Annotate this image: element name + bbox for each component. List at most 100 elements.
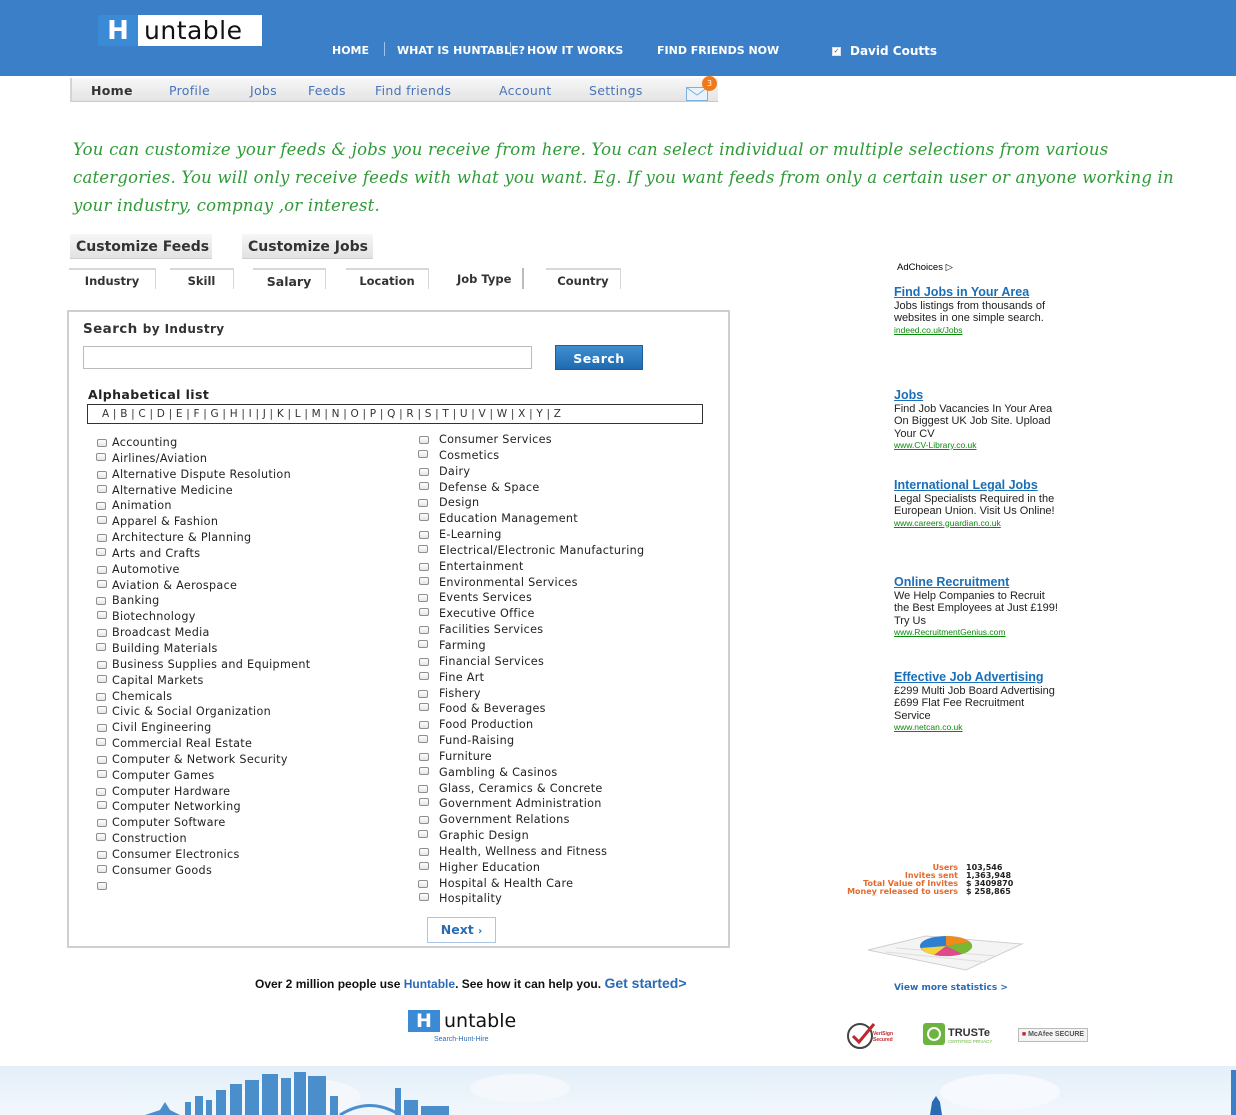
industry-checkbox[interactable] [97, 674, 107, 683]
ad-block[interactable]: Effective Job Advertising £299 Multi Job… [894, 670, 1059, 733]
industry-checkbox[interactable] [96, 452, 106, 461]
industry-item[interactable]: Glass, Ceramics & Concrete [417, 782, 717, 798]
industry-item[interactable]: Entertainment [417, 560, 717, 576]
industry-item[interactable]: E-Learning [417, 528, 717, 544]
industry-item[interactable]: Apparel & Fashion [95, 515, 395, 531]
user-menu[interactable]: ✓ David Coutts [832, 44, 937, 58]
ad-block[interactable]: Online Recruitment We Help Companies to … [894, 575, 1059, 638]
industry-item[interactable]: Aviation & Aerospace [95, 579, 395, 595]
industry-checkbox[interactable] [97, 706, 107, 715]
industry-item[interactable]: Capital Markets [95, 674, 395, 690]
industry-checkbox[interactable] [418, 784, 428, 793]
subnav-feeds[interactable]: Feeds [308, 83, 346, 98]
industry-item[interactable]: Building Materials [95, 642, 395, 658]
filter-tab-industry[interactable]: Industry [69, 268, 156, 289]
subnav-find-friends[interactable]: Find friends [375, 83, 451, 98]
industry-checkbox[interactable] [419, 657, 429, 666]
industry-item[interactable]: Government Administration [417, 797, 717, 813]
next-button[interactable]: Next › [427, 917, 496, 943]
industry-checkbox[interactable] [97, 516, 107, 525]
industry-checkbox[interactable] [96, 547, 106, 556]
industry-checkbox[interactable] [96, 833, 106, 842]
topnav-home[interactable]: HOME [332, 44, 369, 57]
industry-item[interactable]: Consumer Electronics [95, 848, 395, 864]
industry-item[interactable]: Computer Networking [95, 800, 395, 816]
industry-item[interactable]: Consumer Goods [95, 864, 395, 880]
ad-url[interactable]: www.careers.guardian.co.uk [894, 518, 1059, 529]
industry-checkbox[interactable] [418, 639, 428, 648]
ad-url[interactable]: www.CV-Library.co.uk [894, 440, 1059, 451]
promo-brand[interactable]: Huntable [404, 977, 455, 991]
industry-item[interactable]: Government Relations [417, 813, 717, 829]
industry-checkbox[interactable] [97, 881, 107, 890]
ad-block[interactable]: International Legal Jobs Legal Specialis… [894, 478, 1059, 529]
industry-checkbox[interactable] [97, 484, 107, 493]
industry-checkbox[interactable] [418, 544, 428, 553]
industry-checkbox[interactable] [419, 766, 429, 775]
industry-checkbox[interactable] [418, 735, 428, 744]
industry-item[interactable]: Fund-Raising [417, 734, 717, 750]
industry-item[interactable]: Defense & Space [417, 481, 717, 497]
ad-block[interactable]: Jobs Find Job Vacancies In Your Area On … [894, 388, 1059, 451]
industry-item[interactable]: Alternative Dispute Resolution [95, 468, 395, 484]
statistics-chart-icon[interactable] [866, 928, 1024, 972]
filter-tab-country[interactable]: Country [546, 268, 621, 289]
industry-checkbox[interactable] [419, 752, 429, 761]
industry-item[interactable]: Hospitality [417, 892, 717, 908]
industry-checkbox[interactable] [418, 594, 428, 603]
ad-title[interactable]: Jobs [894, 388, 1059, 403]
industry-item[interactable]: Broadcast Media [95, 626, 395, 642]
industry-checkbox[interactable] [419, 893, 429, 902]
ad-title[interactable]: Effective Job Advertising [894, 670, 1059, 685]
industry-item[interactable]: Computer Games [95, 769, 395, 785]
topnav-what-is-huntable[interactable]: WHAT IS HUNTABLE? [397, 44, 525, 57]
industry-checkbox[interactable] [97, 534, 107, 543]
industry-checkbox[interactable] [418, 830, 428, 839]
industry-item[interactable]: Computer Hardware [95, 785, 395, 801]
mcafee-secure-badge[interactable]: ■ McAfee SECURE [1018, 1028, 1088, 1042]
huntable-logo[interactable]: H untable [98, 15, 262, 46]
ad-title[interactable]: Online Recruitment [894, 575, 1059, 590]
industry-checkbox[interactable] [96, 738, 106, 747]
ad-title[interactable]: International Legal Jobs [894, 478, 1059, 493]
industry-checkbox[interactable] [418, 449, 428, 458]
industry-item[interactable]: Civic & Social Organization [95, 705, 395, 721]
industry-checkbox[interactable] [97, 629, 107, 638]
filter-tab-job-type[interactable]: Job Type [451, 268, 524, 289]
filter-tab-skill[interactable]: Skill [170, 268, 234, 289]
subnav-home[interactable]: Home [91, 83, 133, 98]
industry-checkbox[interactable] [419, 861, 429, 870]
industry-checkbox[interactable] [96, 597, 106, 606]
filter-tab-salary[interactable]: Salary [253, 268, 326, 289]
industry-checkbox[interactable] [97, 819, 107, 828]
industry-item[interactable]: Consumer Services [417, 433, 717, 449]
industry-checkbox[interactable] [97, 565, 107, 574]
industry-checkbox[interactable] [96, 692, 106, 701]
industry-item[interactable]: Computer & Network Security [95, 753, 395, 769]
get-started-link[interactable]: Get started> [604, 975, 686, 991]
tab-customize-feeds[interactable]: Customize Feeds [70, 234, 212, 259]
industry-item[interactable]: Events Services [417, 591, 717, 607]
industry-item[interactable]: Fishery [417, 687, 717, 703]
industry-checkbox[interactable] [419, 798, 429, 807]
industry-item[interactable]: Graphic Design [417, 829, 717, 845]
industry-checkbox[interactable] [419, 576, 429, 585]
industry-checkbox[interactable] [419, 816, 429, 825]
industry-checkbox[interactable] [97, 724, 107, 733]
subnav-jobs[interactable]: Jobs [250, 83, 277, 98]
alphabet-filter-bar[interactable]: A | B | C | D | E | F | G | H | I | J | … [87, 404, 703, 424]
industry-checkbox[interactable] [419, 721, 429, 730]
industry-item[interactable]: Alternative Medicine [95, 484, 395, 500]
ad-block[interactable]: Find Jobs in Your Area Jobs listings fro… [894, 285, 1059, 336]
industry-item[interactable]: Education Management [417, 512, 717, 528]
industry-item[interactable]: Executive Office [417, 607, 717, 623]
ad-title[interactable]: Find Jobs in Your Area [894, 285, 1059, 300]
industry-item[interactable]: Biotechnology [95, 610, 395, 626]
industry-item[interactable]: Accounting [95, 436, 395, 452]
industry-checkbox[interactable] [97, 579, 107, 588]
industry-item[interactable]: Financial Services [417, 655, 717, 671]
industry-checkbox[interactable] [97, 660, 107, 669]
industry-item[interactable]: Food & Beverages [417, 702, 717, 718]
industry-checkbox[interactable] [419, 562, 429, 571]
industry-item[interactable]: Hospital & Health Care [417, 877, 717, 893]
